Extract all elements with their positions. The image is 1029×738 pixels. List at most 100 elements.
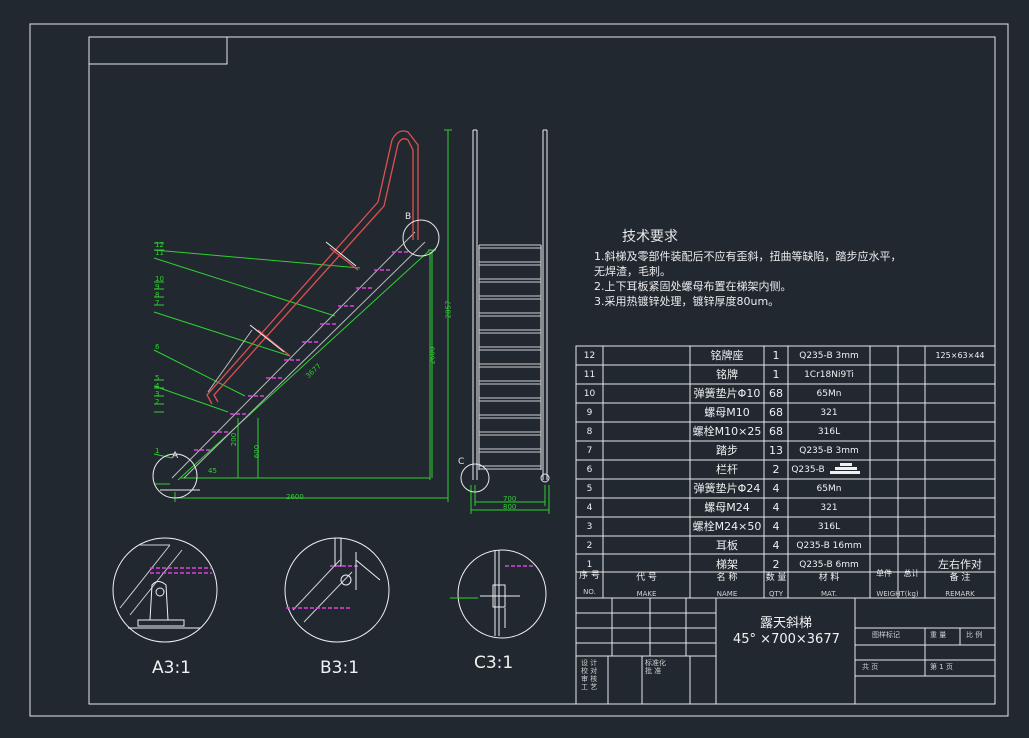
dim-45: 45	[208, 467, 217, 475]
bom-cell-qty: 68	[769, 425, 783, 438]
bom-cell-name: 铭牌	[716, 368, 738, 381]
bom-header-qty-en: QTY	[768, 590, 784, 598]
bom-cell-mat: 321	[820, 408, 838, 418]
dim-2857: 2857	[444, 300, 453, 319]
bom-cell-name: 铭牌座	[710, 349, 744, 362]
bom-cell-name: 螺母M24	[704, 501, 750, 514]
tb-label-weight: 重 量	[930, 631, 947, 639]
callout-7: 7	[155, 299, 160, 307]
bom-cell-mat: Q235-B 16mm	[796, 541, 862, 551]
bom-cell-mat: 65Mn	[816, 484, 842, 494]
bom-cell-mat: 1Cr18Ni9Ti	[804, 370, 854, 380]
bom-cell-mat: 316L	[817, 522, 841, 532]
bom-cell-name: 螺栓M24×50	[692, 520, 762, 533]
tech-line-1: 1.斜梯及零部件装配后不应有歪斜，扭曲等缺陷，踏步应水平，	[594, 250, 902, 263]
callout-4: 4	[155, 382, 160, 390]
view-mark-b: B	[405, 212, 412, 222]
callout-1: 1	[155, 447, 160, 455]
tb-sign-standard: 标准化	[645, 659, 666, 667]
bom-cell-qty: 2	[772, 463, 780, 476]
dim-700: 700	[503, 495, 517, 503]
bom-cell-qty: 4	[772, 539, 780, 552]
title-block	[575, 597, 996, 705]
callout-8: 8	[155, 291, 160, 299]
bom-cell-mat: Q235-B 3mm	[799, 351, 859, 361]
bom-cell-name: 踏步	[716, 444, 738, 457]
tb-label-sheet: 第 1 页	[930, 663, 953, 671]
bom-cell-mat: 321	[820, 503, 838, 513]
bom-cell-no: 6	[586, 465, 593, 475]
bom-header-no: 序 号	[579, 571, 600, 581]
callout-2: 2	[155, 398, 160, 406]
tech-line-3: 2.上下耳板紧固处螺母布置在梯架内侧。	[594, 280, 792, 293]
bom-cell-no: 11	[583, 370, 596, 380]
bom-header-remark-en: REMARK	[945, 590, 975, 598]
callout-11: 11	[155, 249, 164, 257]
drawing-title: 露天斜梯	[760, 616, 813, 631]
bom-cell-mat: 65Mn	[816, 389, 842, 399]
tech-requirements-title: 技术要求	[622, 229, 678, 245]
bom-header-mat-en: MAT.	[821, 590, 837, 598]
bom-cell-no: 4	[586, 503, 593, 513]
bom-cell-name: 栏杆	[716, 463, 738, 476]
bom-header-mat: 材 料	[818, 573, 840, 583]
bom-cell-qty: 1	[772, 368, 780, 381]
detail-b-view	[284, 537, 390, 643]
bom-cell-no: 5	[586, 484, 593, 494]
bom-cell-qty: 13	[769, 444, 783, 457]
detail-a-label: A3:1	[152, 658, 191, 678]
tb-sign-design: 设 计	[581, 659, 598, 667]
drawing-subtitle: 45° ×700×3677	[733, 632, 840, 647]
callout-12: 12	[155, 241, 164, 249]
dim-2600-horizontal: 2600	[286, 493, 304, 501]
tb-sign-process: 工 艺	[581, 683, 598, 691]
tech-line-2: 无焊渣，毛刺。	[594, 265, 671, 278]
bom-header-remark: 备 注	[949, 573, 971, 583]
detail-b-label: B3:1	[320, 658, 360, 678]
bom-cell-mat: Q235-B	[791, 465, 825, 475]
bom-header-code: 代 号	[636, 573, 657, 583]
tb-sign-review: 审 核	[581, 675, 598, 683]
bom-header-weight-en: WEIGHT(kg)	[876, 590, 919, 598]
bom-cell-qty: 4	[772, 520, 780, 533]
detail-c-view	[450, 549, 547, 639]
bom-cell-qty: 1	[772, 349, 780, 362]
bom-cell-note: 125×63×44	[935, 351, 985, 360]
dim-600: 600	[253, 444, 262, 459]
callout-5: 5	[155, 374, 160, 382]
corner-box	[88, 36, 228, 65]
stair-side-view	[460, 129, 550, 514]
bom-cell-name: 螺母M10	[704, 406, 750, 419]
bom-header-unit: 单件	[876, 569, 892, 578]
tb-label-scale: 比 例	[966, 631, 983, 639]
bom-cell-name: 螺栓M10×25	[692, 425, 762, 438]
dim-800: 800	[503, 503, 517, 511]
bom-cell-no: 3	[586, 522, 593, 532]
tb-label-total-sheets: 共 页	[862, 663, 879, 671]
view-mark-a: A	[172, 451, 179, 461]
bom-cell-no: 12	[583, 351, 596, 361]
tb-sign-check: 校 对	[581, 667, 598, 675]
dim-2600-vertical: 2600	[428, 346, 437, 365]
view-mark-c: C	[458, 457, 465, 467]
detail-a-view	[112, 537, 218, 643]
bom-cell-qty: 68	[769, 387, 783, 400]
callout-3: 3	[155, 390, 160, 398]
bom-header-qty: 数 量	[765, 573, 787, 583]
bom-cell-mat: 316L	[817, 427, 841, 437]
bom-cell-qty: 4	[772, 501, 780, 514]
bom-cell-no: 2	[586, 541, 593, 551]
bom-cell-mat: Q235-B 3mm	[799, 446, 859, 456]
bom-cell-no: 9	[586, 408, 593, 418]
tb-label-mark: 图样标记	[872, 631, 900, 639]
bom-header-name: 名 称	[716, 573, 738, 583]
callout-9: 9	[155, 283, 160, 291]
bom-cell-no: 8	[586, 427, 593, 437]
drawing-canvas[interactable]	[0, 0, 1029, 738]
bom-header-no-en: NO.	[583, 588, 596, 596]
railing-symbol	[830, 463, 860, 474]
bom-cell-qty: 68	[769, 406, 783, 419]
callout-6: 6	[155, 343, 160, 351]
tech-line-4: 3.采用热镀锌处理，镀锌厚度80um。	[594, 295, 780, 308]
bom-header-total: 总计	[903, 569, 920, 578]
